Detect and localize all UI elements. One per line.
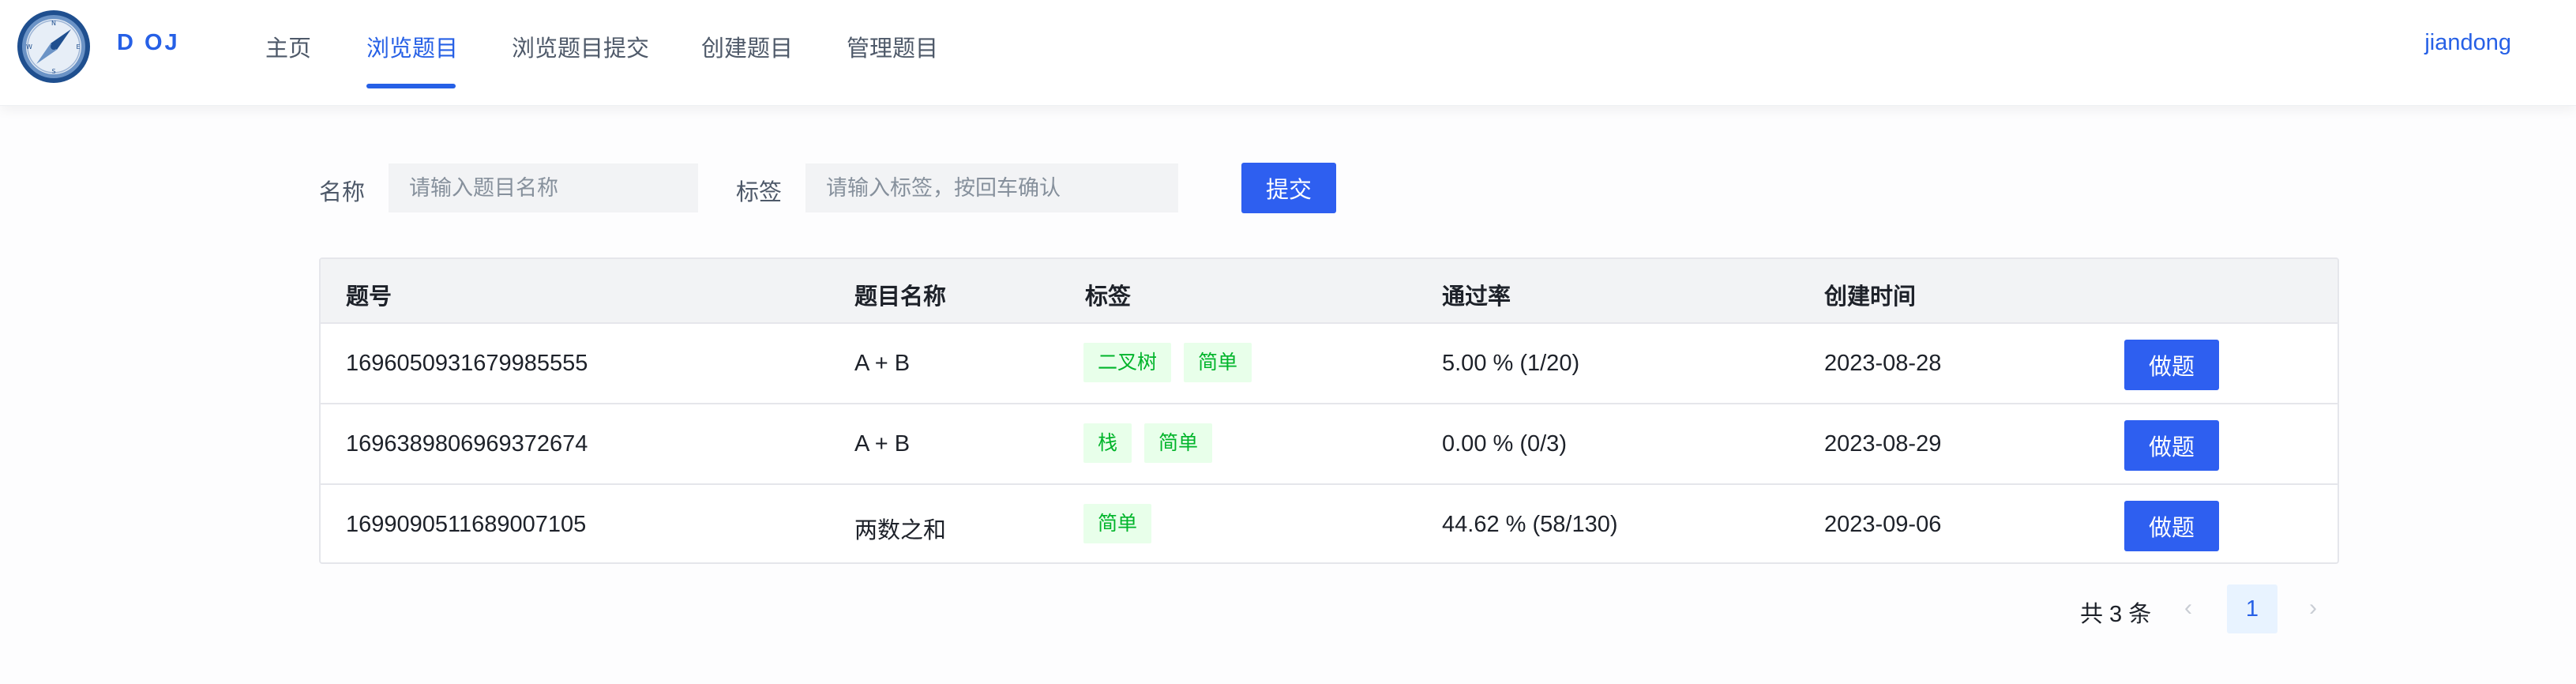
nav-home[interactable]: 主页 [265, 30, 311, 63]
pass-rate: 0.00 % (0/3) [1442, 431, 1567, 457]
svg-text:S: S [51, 68, 55, 75]
svg-text:W: W [26, 43, 32, 51]
table-row: 1696389806969372674 A + B 栈 简单 0.00 % (0… [321, 404, 2338, 485]
column-header-pass-rate: 通过率 [1442, 284, 1511, 310]
tag-search-input[interactable] [805, 163, 1178, 212]
svg-text:N: N [51, 20, 56, 27]
nav-create-problem[interactable]: 创建题目 [701, 30, 793, 63]
problem-title: 两数之和 [854, 518, 947, 543]
chevron-left-icon[interactable]: ‹ [2169, 588, 2208, 628]
name-label: 名称 [319, 180, 366, 205]
top-navbar: N S W E D OJ 主页 浏览题目 浏览题目提交 创建题目 管理题目 ji… [0, 0, 2576, 106]
tag-badge: 简单 [1083, 504, 1152, 543]
problem-id: 1696389806969372674 [346, 431, 588, 457]
tag-badge: 栈 [1083, 423, 1132, 463]
svg-text:E: E [76, 43, 80, 51]
column-header-title: 题目名称 [854, 284, 947, 310]
chevron-right-icon[interactable]: › [2293, 588, 2333, 628]
nav-manage-problems[interactable]: 管理题目 [847, 30, 938, 63]
tag-label: 标签 [736, 180, 783, 205]
name-search-input[interactable] [389, 163, 698, 212]
column-header-tags: 标签 [1085, 284, 1132, 310]
tag-badge: 二叉树 [1083, 343, 1172, 382]
created-date: 2023-08-28 [1824, 351, 1942, 376]
page-number-current[interactable]: 1 [2227, 584, 2277, 633]
table-header: 题号 题目名称 标签 通过率 创建时间 [321, 259, 2338, 324]
problem-tags: 栈 简单 [1083, 423, 1213, 463]
do-problem-button[interactable]: 做题 [2124, 420, 2219, 471]
problem-tags: 二叉树 简单 [1083, 343, 1252, 382]
problem-tags: 简单 [1083, 504, 1152, 543]
column-header-id: 题号 [346, 284, 392, 310]
problem-table: 题号 题目名称 标签 通过率 创建时间 1696050931679985555 … [319, 257, 2339, 564]
do-problem-button[interactable]: 做题 [2124, 340, 2219, 390]
problem-title: A + B [854, 431, 911, 457]
problem-title: A + B [854, 351, 911, 376]
pass-rate: 44.62 % (58/130) [1442, 512, 1618, 537]
submit-button[interactable]: 提交 [1241, 163, 1336, 213]
created-date: 2023-09-06 [1824, 512, 1942, 537]
tag-badge: 简单 [1144, 423, 1213, 463]
do-problem-button[interactable]: 做题 [2124, 501, 2219, 551]
active-nav-indicator [366, 84, 456, 88]
table-row: 1699090511689007105 两数之和 简单 44.62 % (58/… [321, 485, 2338, 562]
nav-browse-submissions[interactable]: 浏览题目提交 [512, 30, 649, 63]
compass-icon[interactable]: N S W E [16, 9, 92, 85]
pass-rate: 5.00 % (1/20) [1442, 351, 1580, 376]
problem-id: 1696050931679985555 [346, 351, 588, 376]
brand-name[interactable]: D OJ [117, 30, 180, 56]
problem-id: 1699090511689007105 [346, 512, 587, 537]
table-row: 1696050931679985555 A + B 二叉树 简单 5.00 % … [321, 324, 2338, 404]
created-date: 2023-08-29 [1824, 431, 1942, 457]
column-header-created: 创建时间 [1824, 284, 1917, 310]
nav-browse-problems[interactable]: 浏览题目 [366, 30, 458, 63]
total-count: 共 3 条 [2080, 602, 2152, 627]
tag-badge: 简单 [1184, 343, 1252, 382]
user-name[interactable]: jiandong [2424, 30, 2511, 56]
